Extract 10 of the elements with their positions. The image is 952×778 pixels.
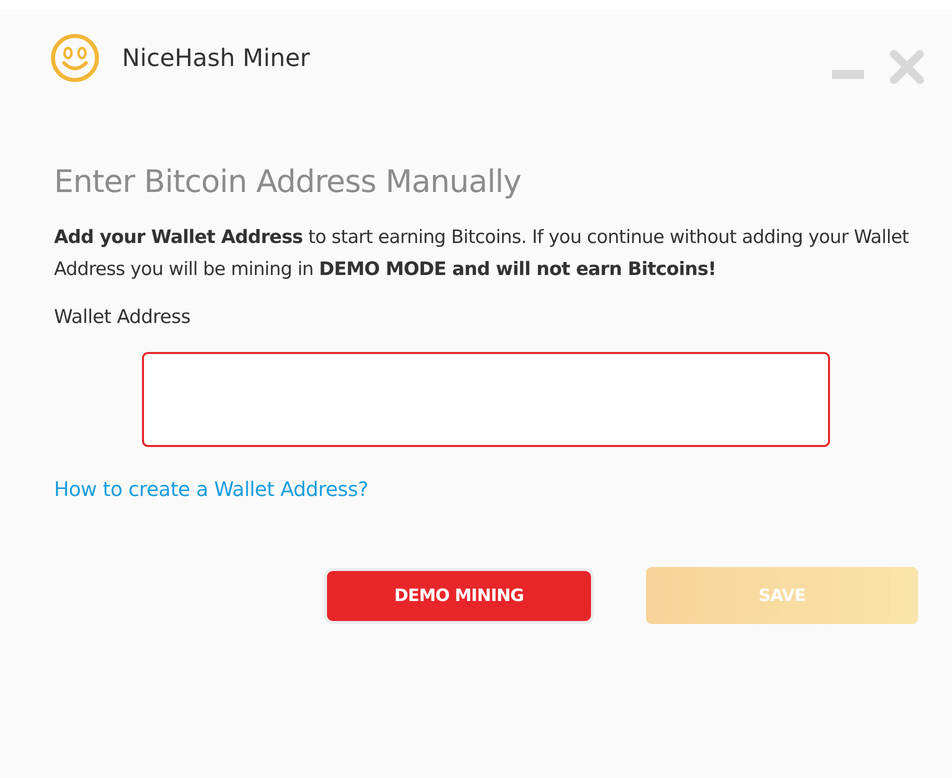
intro-text: Add your Wallet Address to start earning Bitcoins. If you continue without adding your Wallet Address you will be mining in DEMO MODE and will not earn Bitcoins! bbox=[54, 226, 910, 282]
wallet-address-field[interactable] bbox=[142, 352, 830, 447]
help-link[interactable]: How to create a Wallet Address? bbox=[54, 477, 368, 501]
close-icon[interactable] bbox=[890, 50, 924, 84]
minimize-icon[interactable] bbox=[832, 70, 864, 80]
smiley-logo-icon bbox=[50, 33, 100, 83]
heading: Enter Bitcoin Address Manually bbox=[54, 164, 522, 200]
demo-mining-button[interactable]: DEMO MINING bbox=[327, 570, 591, 620]
field-label: Wallet Address bbox=[54, 306, 192, 328]
window-title: NiceHash Miner bbox=[122, 44, 311, 72]
